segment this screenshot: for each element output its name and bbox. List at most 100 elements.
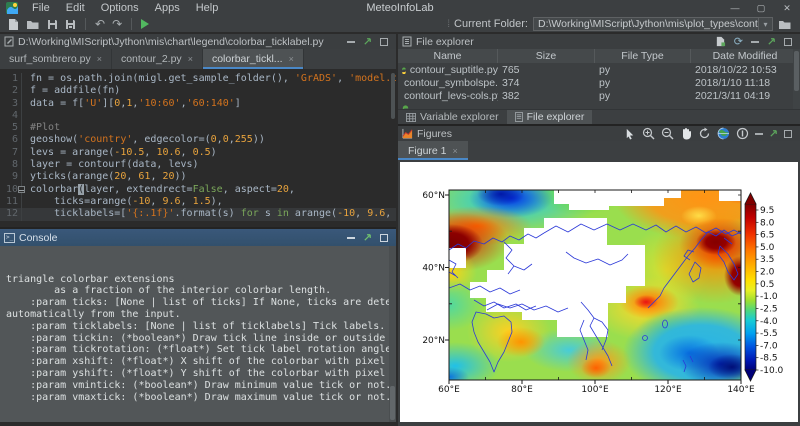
menu-apps[interactable]: Apps: [147, 2, 188, 14]
undo-icon[interactable]: ↶: [95, 18, 105, 30]
console-line: automatically from the input.: [6, 309, 396, 321]
terminal-icon: >_: [4, 233, 15, 243]
current-folder-label: Current Folder:: [454, 18, 528, 30]
menu-options[interactable]: Options: [93, 2, 147, 14]
close-icon[interactable]: ×: [289, 54, 294, 64]
close-icon[interactable]: ×: [453, 146, 458, 156]
code-text: levs = arange(-10.5, 10.6, 0.5): [22, 147, 217, 159]
table-row[interactable]: contour_symbolspe...374py2018/1/10 11:18: [398, 76, 800, 89]
panel-maximize-icon[interactable]: [784, 130, 792, 138]
file-table-header[interactable]: NameSizeFile TypeDate Modified: [398, 49, 800, 63]
editor-tab[interactable]: colorbar_tickl...×: [203, 49, 304, 69]
panel-maximize-icon[interactable]: [380, 234, 388, 242]
zoom-in-icon[interactable]: [642, 127, 655, 140]
code-text: #Plot: [22, 122, 60, 134]
figure-tab[interactable]: Figure 1 ×: [398, 141, 468, 160]
panel-minimize-icon[interactable]: [755, 133, 763, 135]
file-date-cell: 2018/1/10 11:18: [691, 77, 800, 89]
editor-tab[interactable]: surf_sombrero.py×: [0, 49, 112, 69]
x-tick-label: 80°E: [511, 385, 533, 395]
panel-expand-icon[interactable]: [769, 129, 778, 138]
panel-expand-icon[interactable]: [363, 233, 372, 242]
save-icon[interactable]: [47, 19, 58, 30]
line-number: 12: [0, 208, 22, 220]
panel-minimize-icon[interactable]: [347, 41, 355, 43]
menubar: FileEditOptionsAppsHelp MeteoInfoLab — ▢…: [0, 0, 800, 16]
zoom-out-icon[interactable]: [661, 127, 674, 140]
panel-minimize-icon[interactable]: [347, 237, 355, 239]
figure-tabs: Figure 1 ×: [398, 141, 800, 160]
colorbar-tick-label: 9.5: [760, 206, 774, 216]
refresh-icon[interactable]: ⟳: [734, 37, 743, 47]
close-icon[interactable]: ×: [188, 54, 193, 64]
line-number: 9: [0, 171, 22, 183]
redo-icon[interactable]: ↷: [112, 18, 122, 30]
table-row[interactable]: contour_suptitle.py765py2018/10/22 10:53: [398, 63, 800, 76]
colorbar-tick-label: -4.0: [760, 317, 778, 327]
console-title: Console: [19, 232, 58, 244]
code-editor[interactable]: 1fn = os.path.join(migl.get_sample_folde…: [0, 69, 396, 227]
panel-maximize-icon[interactable]: [784, 38, 792, 46]
current-folder-value: D:\Working\MIScript\Jython\mis\plot_type…: [534, 18, 758, 30]
console-panel: >_ Console triangle colorbar extensions …: [0, 229, 396, 426]
menu-edit[interactable]: Edit: [58, 2, 93, 14]
close-icon[interactable]: ×: [97, 54, 102, 64]
run-script-button[interactable]: [141, 19, 149, 29]
contour-map: 60°E80°E100°E120°E140°E 60°N40°N20°N 9.5…: [400, 162, 796, 418]
editor-panel: D:\Working\MIScript\Jython\mis\chart\leg…: [0, 34, 396, 229]
colorbar-tick-label: -8.5: [760, 354, 778, 364]
file-icon: [515, 112, 523, 122]
code-line: 6geoshow('country', edgecolor=(0,0,255)): [0, 134, 396, 146]
explorer-tab-variable-explorer[interactable]: Variable explorer: [398, 110, 507, 124]
save-as-icon[interactable]: [65, 19, 76, 30]
console-output[interactable]: triangle colorbar extensions as a fracti…: [0, 246, 396, 422]
table-row-partial[interactable]: [398, 102, 800, 109]
column-header[interactable]: Size: [498, 49, 595, 63]
explorer-tab-file-explorer[interactable]: File explorer: [507, 110, 593, 124]
menu-help[interactable]: Help: [188, 2, 227, 14]
panel-maximize-icon[interactable]: [380, 38, 388, 46]
globe-icon[interactable]: [717, 127, 730, 140]
menu-file[interactable]: File: [24, 2, 58, 14]
console-line: as a fraction of the interior colorbar l…: [6, 285, 396, 297]
file-name-cell: contourf_levs-cols.py: [398, 90, 498, 102]
file-type-cell: py: [595, 64, 691, 76]
window-maximize-button[interactable]: ▢: [748, 3, 774, 14]
panel-minimize-icon[interactable]: [751, 41, 759, 43]
main-toolbar: ↶ ↷ ⁞ Current Folder: D:\Working\MIScrip…: [0, 16, 800, 34]
figures-panel: Figures: [398, 126, 800, 426]
editor-tab-label: contour_2.py: [121, 53, 182, 65]
line-number: 3: [0, 98, 22, 110]
line-number: 4: [0, 110, 22, 122]
panel-expand-icon[interactable]: [767, 37, 776, 46]
table-row[interactable]: contourf_levs-cols.py382py2021/3/11 04:1…: [398, 89, 800, 102]
select-cursor-icon[interactable]: [624, 128, 636, 140]
fold-icon[interactable]: [18, 186, 25, 193]
console-line: :param ticks: [None | list of ticks] If …: [6, 297, 396, 309]
rotate-icon[interactable]: [698, 127, 711, 140]
window-close-button[interactable]: ✕: [774, 3, 800, 14]
line-number: 10: [0, 184, 22, 196]
editor-tab[interactable]: contour_2.py ×: [112, 49, 203, 69]
colorbar: [745, 193, 759, 381]
new-file-icon[interactable]: [715, 36, 726, 47]
figure-canvas[interactable]: 60°E80°E100°E120°E140°E 60°N40°N20°N 9.5…: [400, 162, 798, 422]
editor-file-path: D:\Working\MIScript\Jython\mis\chart\leg…: [18, 36, 324, 48]
window-minimize-button[interactable]: —: [722, 3, 748, 14]
editor-scrollbar[interactable]: [390, 69, 396, 227]
identify-icon[interactable]: [736, 127, 749, 140]
file-size-cell: 765: [498, 64, 595, 76]
current-folder-dropdown[interactable]: D:\Working\MIScript\Jython\mis\plot_type…: [533, 17, 773, 31]
new-file-icon[interactable]: [8, 18, 19, 31]
column-header[interactable]: File Type: [595, 49, 691, 63]
file-table-scrollbar[interactable]: [793, 49, 800, 109]
column-header[interactable]: Name: [398, 49, 498, 63]
chevron-down-icon[interactable]: ▾: [758, 18, 772, 30]
file-size-cell: 382: [498, 90, 595, 102]
column-header[interactable]: Date Modified: [691, 49, 800, 63]
console-scrollbar[interactable]: [389, 246, 396, 422]
panel-expand-icon[interactable]: [363, 37, 372, 46]
pan-hand-icon[interactable]: [680, 127, 692, 140]
open-folder-icon[interactable]: [26, 19, 40, 30]
browse-folder-icon[interactable]: [778, 19, 792, 30]
